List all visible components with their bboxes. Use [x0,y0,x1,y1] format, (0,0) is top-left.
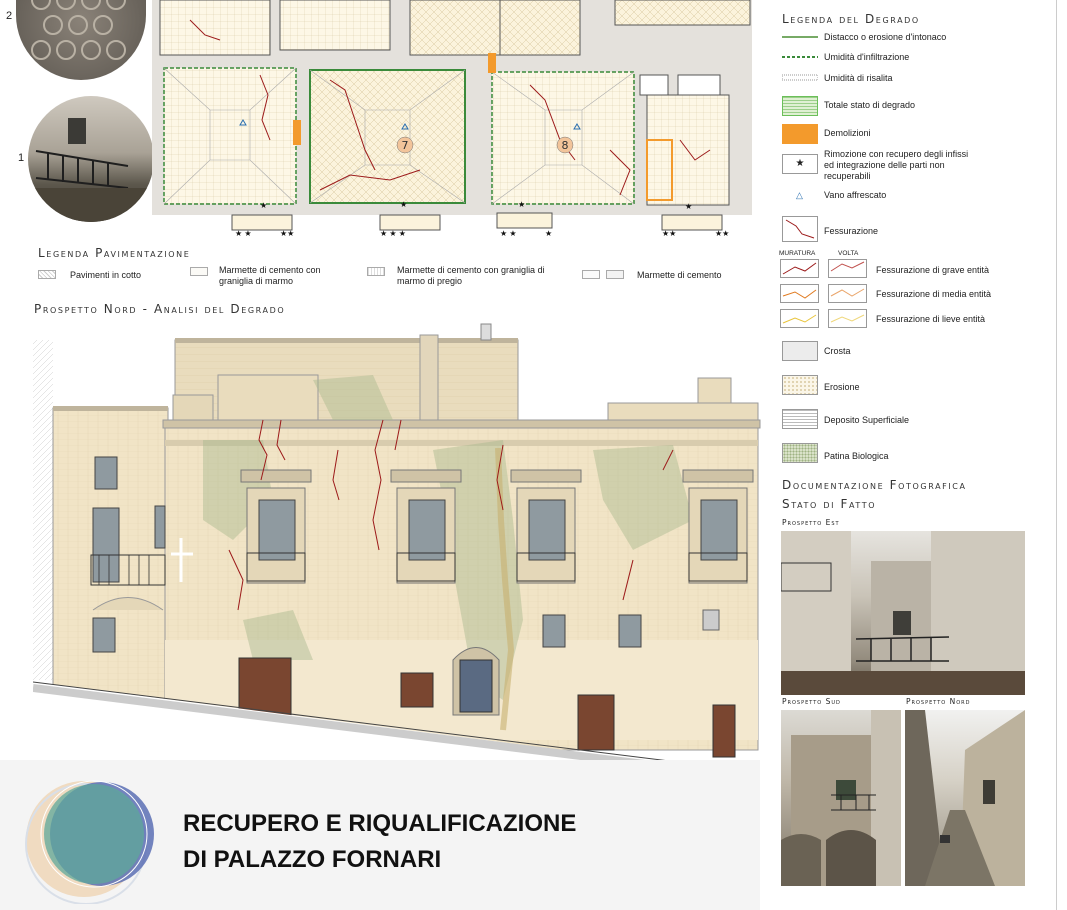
swatch-marmette-graniglia [190,267,208,276]
swatch-fess-media [780,284,867,303]
swatch-fess-grave [780,259,867,278]
col-muratura-label: MURATURA [779,250,816,257]
swatch-deposito [782,409,818,429]
legend-deposito: Deposito Superficiale [824,415,910,425]
legend-line-distacco [782,36,818,38]
svg-text:★: ★ [260,201,267,210]
svg-text:★ ★: ★ ★ [235,229,252,238]
svg-text:★★: ★★ [662,229,676,238]
svg-text:★: ★ [400,200,407,209]
legend-fess-grave: Fessurazione di grave entità [876,265,990,275]
caption-prospetto-nord: Prospetto Nord [906,697,971,706]
swatch-marmette-cemento-a [582,270,600,279]
swatch-patina [782,443,818,463]
legend-erosione: Erosione [824,382,860,392]
swatch-cotto [38,270,56,279]
svg-text:★★: ★★ [280,229,294,238]
svg-text:★ ★: ★ ★ [500,229,517,238]
prospetto-title: Prospetto Nord - Analisi del Degrado [34,302,286,316]
floor-plan: 7 8 ★ ★ ★ ★ ★ ★ ★★ ★ ★ ★ ★ ★ ★ ★★ ★★ [152,0,752,238]
photo-prospetto-est [781,531,1025,695]
swatch-demolizioni [782,124,818,144]
legend-item-risalita: Umidità di risalita [824,73,893,83]
photo-prospetto-sud [781,710,901,886]
svg-text:★: ★ [685,202,692,211]
legend-line-infiltrazione [782,56,818,58]
swatch-rimozione: ★ [782,154,818,174]
photo-prospetto-nord [905,710,1025,886]
legend-item-demolizioni: Demolizioni [824,128,871,138]
col-volta-label: VOLTA [838,250,859,257]
swatch-fessurazione [782,216,818,242]
room-number-8: 8 [562,139,569,152]
photo-circle-balcony [28,96,154,222]
swatch-marmette-pregio [367,267,385,276]
stato-fatto-title: Stato di Fatto [782,497,877,511]
pav-cotto-label: Pavimenti in cotto [70,270,142,280]
legend-item-distacco: Distacco o erosione d'intonaco [824,32,947,42]
pav-marmette-pregio-label: Marmette di cemento con graniglia di mar… [397,265,545,286]
doc-foto-title: Documentazione Fotografica [782,478,967,492]
legend-fess-media: Fessurazione di media entità [876,289,992,299]
svg-text:★: ★ [545,229,552,238]
legend-item-infiltrazione: Umidità d'infiltrazione [824,52,910,62]
elevation-drawing [33,323,761,770]
photo-circle-ceiling [16,0,146,80]
photo-number-1: 1 [18,152,25,164]
legend-patina: Patina Biologica [824,451,889,461]
caption-prospetto-sud: Prospetto Sud [782,697,841,706]
legend-item-fessurazione: Fessurazione [824,226,879,236]
swatch-fess-lieve [780,309,867,328]
svg-text:★★: ★★ [715,229,729,238]
swatch-erosione [782,375,818,395]
right-edge-line [1056,0,1057,910]
swatch-totale-degrado [782,96,818,116]
legend-line-risalita [782,74,818,81]
pav-marmette-graniglia-label: Marmette di cemento con graniglia di mar… [219,265,321,286]
caption-prospetto-est: Prospetto Est [782,518,840,527]
footer-logo-circles [25,780,154,904]
legend-item-rimozione: Rimozione con recupero degli infissi ed … [824,149,969,181]
legend-degrado-title: Legenda del Degrado [782,12,920,26]
photo-number-2: 2 [6,10,13,22]
fresco-triangle-icon: △ [796,190,803,200]
footer-title-line2: DI PALAZZO FORNARI [183,846,442,873]
balcony-photo [28,118,154,222]
svg-text:★ ★ ★: ★ ★ ★ [380,229,406,238]
swatch-crosta [782,341,818,361]
room-number-7: 7 [402,139,409,152]
legend-crosta: Crosta [824,346,851,356]
svg-text:★: ★ [518,200,525,209]
pav-marmette-cemento-label: Marmette di cemento [637,270,722,280]
legend-item-affrescato: Vano affrescato [824,190,887,200]
legend-fess-lieve: Fessurazione di lieve entità [876,314,986,324]
legend-pav-title: Legenda Pavimentazione [38,246,191,260]
swatch-marmette-cemento-b [606,270,624,279]
coffered-ceiling-pattern [31,0,126,60]
legend-item-totale: Totale stato di degrado [824,100,916,110]
footer-title-line1: RECUPERO E RIQUALIFICAZIONE [183,810,577,837]
